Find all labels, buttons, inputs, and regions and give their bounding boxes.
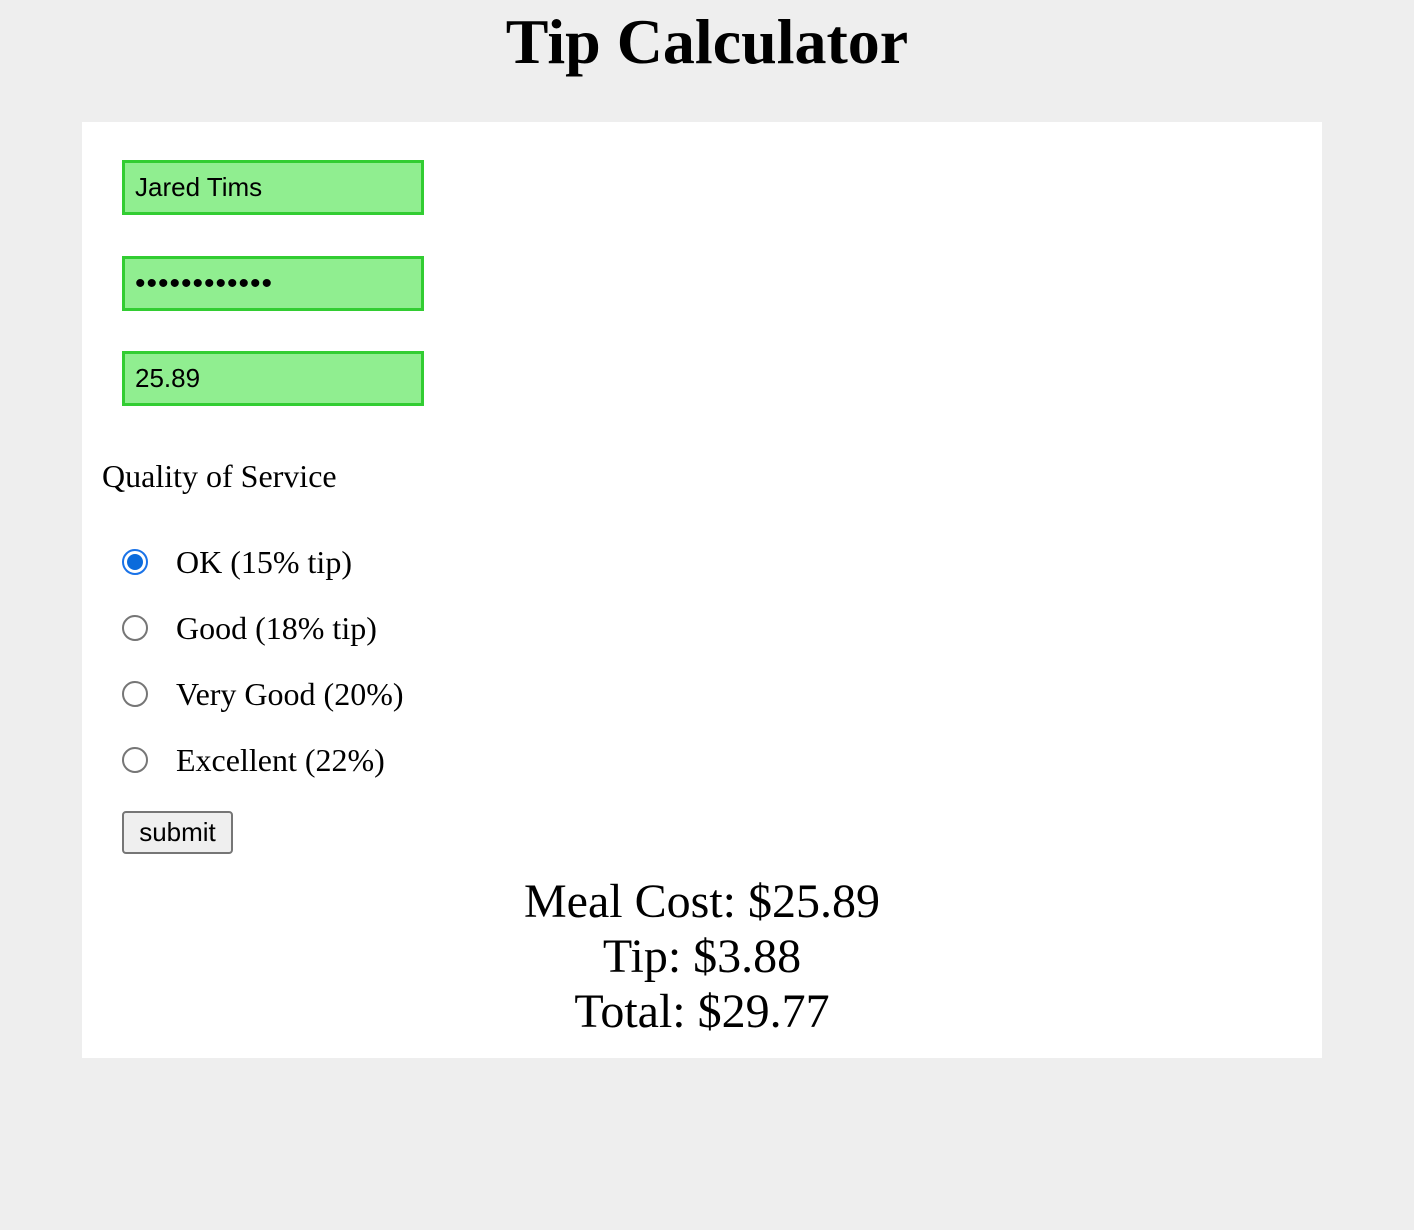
page-title: Tip Calculator bbox=[505, 6, 909, 77]
total-result: Total: $29.77 bbox=[574, 985, 830, 1038]
radio-label: OK (15% tip) bbox=[176, 544, 352, 580]
password-input[interactable] bbox=[122, 256, 424, 311]
meal-cost-input[interactable] bbox=[122, 351, 424, 406]
results-summary: Meal Cost: $25.89 Tip: $3.88 Total: $29.… bbox=[82, 874, 1322, 1039]
meal-cost-result: Meal Cost: $25.89 bbox=[524, 875, 880, 928]
tip-result: Tip: $3.88 bbox=[602, 930, 802, 983]
service-quality-label: Quality of Service bbox=[102, 458, 337, 494]
radio-option-good[interactable]: Good (18% tip) bbox=[122, 610, 582, 656]
radio-button[interactable] bbox=[122, 681, 148, 707]
radio-button[interactable] bbox=[122, 747, 148, 773]
radio-button[interactable] bbox=[122, 615, 148, 641]
radio-button[interactable] bbox=[122, 549, 148, 575]
radio-label: Very Good (20%) bbox=[176, 676, 404, 712]
radio-option-ok[interactable]: OK (15% tip) bbox=[122, 544, 582, 590]
radio-option-excellent[interactable]: Excellent (22%) bbox=[122, 742, 582, 788]
name-input[interactable] bbox=[122, 160, 424, 215]
calculator-card: Quality of Service OK (15% tip) Good (18… bbox=[82, 122, 1322, 1058]
submit-button[interactable]: submit bbox=[122, 811, 233, 854]
radio-label: Excellent (22%) bbox=[176, 742, 385, 778]
radio-option-very-good[interactable]: Very Good (20%) bbox=[122, 676, 582, 722]
radio-label: Good (18% tip) bbox=[176, 610, 377, 646]
